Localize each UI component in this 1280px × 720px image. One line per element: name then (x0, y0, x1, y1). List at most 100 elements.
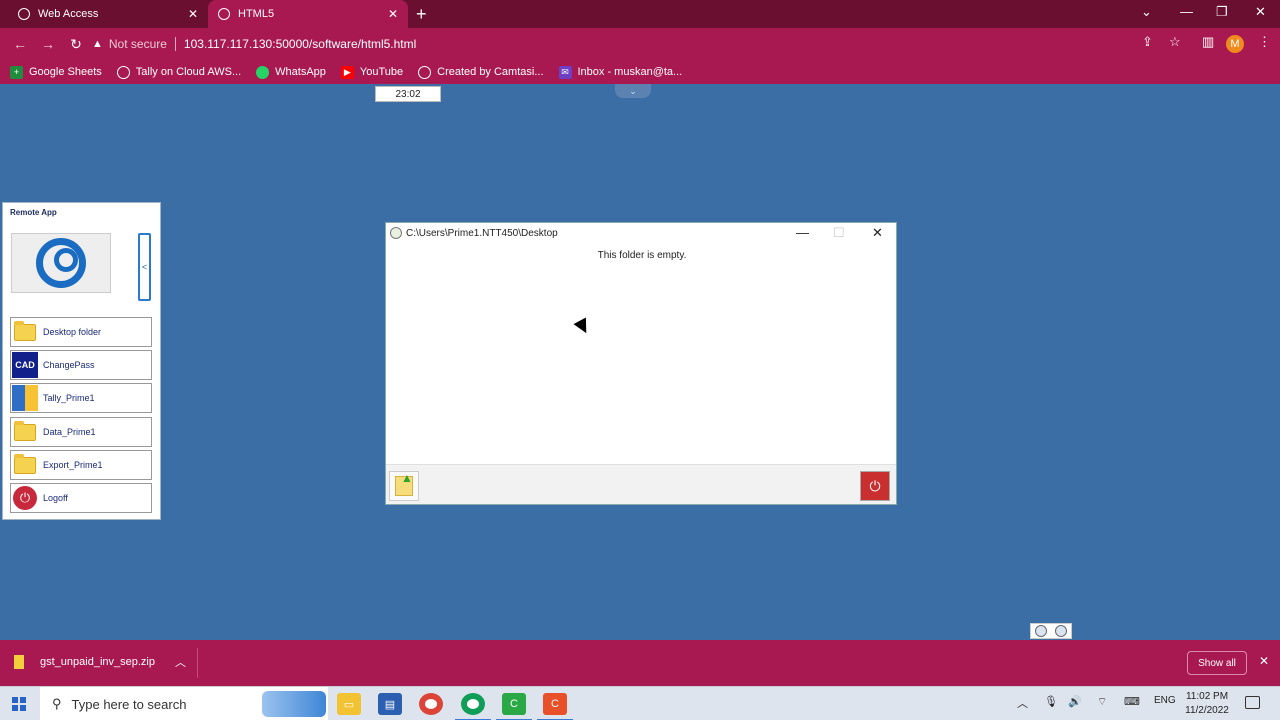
security-label: Not secure (108, 37, 167, 51)
show-all-button[interactable]: Show all (1187, 651, 1247, 675)
download-item[interactable]: gst_unpaid_inv_sep.zip ︿ (14, 654, 186, 670)
microphone-icon[interactable]: 🎙 (1044, 695, 1058, 708)
app-data-prime1[interactable]: Data_Prime1 (10, 417, 152, 447)
window-footer: ⏻ (386, 464, 896, 504)
panel-title: Remote App (10, 208, 57, 217)
remote-app-icon[interactable] (1035, 625, 1047, 637)
tally-icon (11, 384, 39, 412)
app-label: Logoff (43, 493, 68, 503)
bookmark-label: YouTube (359, 66, 404, 78)
bookmark-label: Google Sheets (29, 66, 102, 78)
folder-icon (11, 318, 39, 346)
close-tab-icon[interactable]: ✕ (388, 7, 398, 21)
wifi-icon[interactable]: ⌔ (1097, 695, 1107, 709)
taskbar: ⚲ Type here to search ▭ ▤ C C ︿ 🎙 🔊 ⌔ ⌨ … (0, 686, 1280, 720)
bookmark-youtube[interactable]: ▶ YouTube (340, 65, 404, 79)
bookmark-google-sheets[interactable]: + Google Sheets (10, 65, 102, 79)
tab-html5[interactable]: HTML5 ✕ (208, 0, 408, 28)
remote-app-icon[interactable] (1055, 625, 1067, 637)
chevron-down-icon[interactable]: ⌄ (615, 84, 651, 98)
bookmark-tally[interactable]: Tally on Cloud AWS... (116, 65, 242, 79)
app-label: Data_Prime1 (43, 427, 96, 437)
notification-icon[interactable] (1245, 696, 1260, 709)
globe-icon (418, 65, 432, 79)
bookmark-label: Tally on Cloud AWS... (135, 66, 242, 78)
globe-icon (218, 8, 230, 20)
folder-icon (11, 451, 39, 479)
zip-file-icon (14, 655, 24, 669)
url-text: 103.117.117.130:50000/software/html5.htm… (183, 37, 417, 51)
app-label: Tally_Prime1 (43, 393, 95, 403)
collapse-panel-button[interactable]: < (138, 233, 151, 301)
remote-desktop-icon[interactable]: ▤ (378, 693, 402, 715)
file-explorer-icon[interactable]: ▭ (337, 693, 361, 715)
chevron-up-icon[interactable]: ︿ (1017, 695, 1028, 711)
close-tab-icon[interactable]: ✕ (188, 7, 198, 21)
power-off-button[interactable]: ⏻ (860, 471, 890, 501)
cad-icon: CAD (11, 351, 39, 379)
up-folder-button[interactable] (389, 471, 419, 501)
app-logoff[interactable]: ⏻ Logoff (10, 483, 152, 513)
bookmark-label: WhatsApp (275, 66, 326, 78)
folder-up-icon (395, 471, 413, 496)
remote-tray-icons[interactable] (1030, 623, 1072, 639)
new-tab-button[interactable]: + (416, 4, 427, 25)
minimize-button[interactable]: — (796, 225, 809, 240)
volume-icon[interactable]: 🔊 (1068, 695, 1082, 708)
logo (11, 233, 111, 293)
app-changepass[interactable]: CAD ChangePass (10, 350, 152, 380)
download-filename: gst_unpaid_inv_sep.zip (40, 656, 155, 668)
taskbar-search[interactable]: ⚲ Type here to search (40, 687, 328, 720)
logo-mark (36, 238, 86, 288)
bookmark-whatsapp[interactable]: WhatsApp (256, 65, 326, 79)
mail-icon: ✉ (558, 65, 572, 79)
search-placeholder: Type here to search (71, 696, 187, 712)
language-indicator[interactable]: ENG (1154, 695, 1176, 706)
close-icon[interactable]: ✕ (1259, 654, 1269, 668)
clock-date: 11/2/2022 (1185, 705, 1229, 716)
explorer-window: C:\Users\Prime1.NTT450\Desktop — ☐ ✕ Thi… (385, 222, 897, 505)
tab-label: HTML5 (238, 8, 275, 20)
tab-search-icon[interactable]: ⌄ (1141, 4, 1152, 20)
close-window-button[interactable]: ✕ (1255, 4, 1266, 20)
browser-tab-strip: Web Access ✕ HTML5 ✕ + ⌄ — ❐ ✕ (0, 0, 1280, 28)
taskbar-clock[interactable]: 11:02 PM 11/2/2022 (1184, 690, 1230, 718)
url-field[interactable]: ▲ Not secure 103.117.117.130:50000/softw… (92, 32, 1132, 56)
chevron-up-icon[interactable]: ︿ (175, 654, 186, 670)
keyboard-icon[interactable]: ⌨ (1124, 695, 1140, 708)
forward-button[interactable]: → (40, 36, 56, 52)
chrome-icon[interactable] (419, 693, 443, 715)
sheets-icon: + (10, 65, 23, 79)
app-tally-prime1[interactable]: Tally_Prime1 (10, 383, 152, 413)
whatsapp-icon (256, 65, 270, 79)
windows-start-icon[interactable] (12, 697, 26, 711)
share-icon[interactable]: ⇪ (1142, 34, 1153, 50)
window-title: C:\Users\Prime1.NTT450\Desktop (406, 227, 558, 239)
restore-button[interactable]: ❐ (1216, 4, 1228, 20)
bookmark-camtasia[interactable]: Created by Camtasi... (418, 65, 544, 79)
reload-button[interactable]: ↻ (68, 36, 84, 53)
back-button[interactable]: ← (12, 36, 28, 52)
app-export-prime1[interactable]: Export_Prime1 (10, 450, 152, 480)
side-panel-icon[interactable]: ▥ (1202, 34, 1214, 50)
downloads-bar: gst_unpaid_inv_sep.zip ︿ Show all ✕ (0, 640, 1280, 686)
bookmark-inbox[interactable]: ✉ Inbox - muskan@ta... (558, 65, 682, 79)
window-titlebar: C:\Users\Prime1.NTT450\Desktop (386, 223, 896, 243)
app-label: Export_Prime1 (43, 460, 103, 470)
bookmark-star-icon[interactable]: ☆ (1169, 34, 1181, 50)
close-button[interactable]: ✕ (872, 225, 883, 241)
camtasia-green-icon[interactable]: C (496, 693, 532, 720)
empty-folder-message: This folder is empty. (597, 250, 687, 261)
minimize-button[interactable]: — (1180, 4, 1193, 19)
avatar[interactable]: M (1226, 35, 1244, 53)
globe-icon (116, 65, 130, 79)
tab-web-access[interactable]: Web Access ✕ (8, 0, 208, 28)
power-icon: ⏻ (869, 477, 881, 494)
more-menu-icon[interactable]: ⋮ (1258, 34, 1271, 50)
chrome-profile-icon[interactable] (455, 693, 491, 720)
clock-time: 11:02 PM (1185, 691, 1229, 702)
power-icon: ⏻ (11, 484, 39, 512)
search-highlight-image (262, 691, 326, 717)
app-desktop-folder[interactable]: Desktop folder (10, 317, 152, 347)
camtasia-recorder-icon[interactable]: C (537, 693, 573, 720)
